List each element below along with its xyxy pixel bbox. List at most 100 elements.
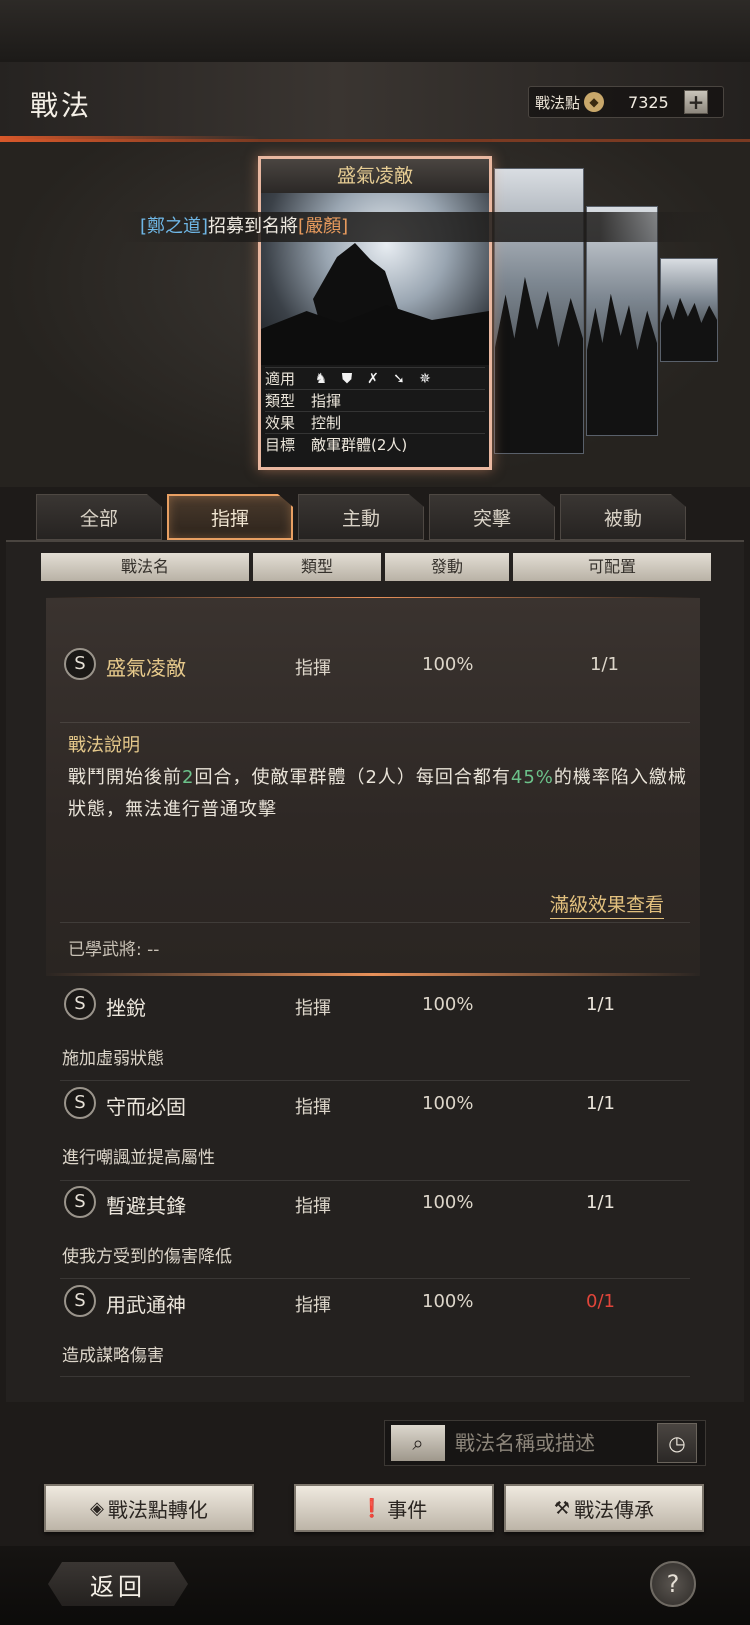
tactic-type: 指揮	[295, 1295, 331, 1316]
column-headers: 戰法名 類型 發動 可配置	[41, 553, 711, 581]
announcement-text: 招募到名將	[208, 216, 299, 237]
shield-icon: ⛊	[341, 370, 353, 387]
card-value: 敵軍群體(2人)	[311, 436, 408, 454]
background-card[interactable]	[494, 168, 584, 454]
tactic-name: 盛氣凌敵	[106, 656, 186, 680]
tactic-rate: 100%	[422, 1093, 474, 1114]
card-key: 適用	[265, 370, 296, 388]
add-points-button[interactable]: +	[684, 90, 709, 114]
tab-passive[interactable]: 被動	[560, 494, 686, 540]
card-key: 目標	[265, 436, 296, 454]
tactic-row[interactable]: S 用武通神 指揮 100% 0/1 造成謀略傷害	[56, 1285, 696, 1381]
card-value: 指揮	[311, 392, 342, 410]
points-value: 7325	[628, 92, 669, 112]
points-convert-icon: ◈	[90, 1497, 104, 1519]
tab-all[interactable]: 全部	[36, 494, 162, 540]
tactic-rate: 100%	[422, 654, 474, 675]
tactic-tabs: 全部 指揮 主動 突擊 被動	[36, 494, 726, 540]
rank-badge: S	[64, 648, 96, 680]
tactic-name: 暫避其鋒	[106, 1194, 186, 1218]
tactic-point-icon: ◆	[584, 92, 605, 112]
description-title: 戰法說明	[68, 735, 140, 756]
tactic-slot: 1/1	[586, 1192, 615, 1213]
event-button[interactable]: ❗ 事件	[294, 1484, 494, 1532]
bottom-actions: ◈ 戰法點轉化 ❗ 事件 ⚒ 戰法傳承	[44, 1484, 704, 1532]
convert-points-button[interactable]: ◈ 戰法點轉化	[44, 1484, 254, 1532]
expanded-glow-bottom	[46, 973, 700, 976]
tactic-slot: 1/1	[586, 994, 615, 1015]
column-type[interactable]: 類型	[253, 553, 381, 581]
page-title: 戰法	[30, 89, 93, 122]
background-card[interactable]	[660, 258, 718, 362]
max-level-effect-link[interactable]: 滿級效果查看	[550, 890, 665, 919]
announcement-player: [鄭之道]	[140, 216, 209, 237]
convert-label: 戰法點轉化	[107, 1497, 208, 1522]
tactic-rate: 100%	[422, 1192, 474, 1213]
event-label: 事件	[387, 1497, 428, 1522]
rank-badge: S	[64, 1087, 96, 1119]
column-trigger[interactable]: 發動	[385, 553, 509, 581]
desc-highlight: 45%	[510, 767, 554, 788]
help-button[interactable]: ?	[650, 1561, 696, 1607]
tab-active[interactable]: 主動	[298, 494, 424, 540]
rank-badge: S	[64, 1186, 96, 1218]
tactic-row[interactable]: S 挫銳 指揮 100% 1/1 施加虛弱狀態	[56, 988, 696, 1084]
back-button[interactable]: 返回	[48, 1562, 188, 1606]
card-title: 盛氣凌敵	[261, 159, 489, 193]
learned-generals: 已學武將: --	[68, 940, 160, 960]
tactic-type: 指揮	[295, 998, 331, 1019]
desc-part: 回合，使敵軍群體（2人）每回合都有	[194, 767, 511, 788]
tactic-type: 指揮	[295, 1196, 331, 1217]
divider	[60, 1080, 690, 1081]
search-input[interactable]	[455, 1431, 655, 1455]
desc-part: 戰鬥開始後前	[68, 767, 182, 788]
description-text: 戰鬥開始後前2回合，使敵軍群體（2人）每回合都有45%的機率陷入繳械狀態，無法進…	[68, 762, 698, 826]
top-background	[0, 0, 750, 62]
alert-icon: ❗	[360, 1497, 384, 1519]
card-key: 類型	[265, 392, 296, 410]
divider	[60, 722, 690, 723]
recruit-announcement: [鄭之道]招募到名將[嚴顏]	[120, 212, 720, 242]
divider	[60, 922, 690, 923]
tactic-rate: 100%	[422, 994, 474, 1015]
tactic-row[interactable]: S 暫避其鋒 指揮 100% 1/1 使我方受到的傷害降低	[56, 1186, 696, 1282]
chariot-icon: ✵	[419, 370, 431, 387]
bow-icon: ✗	[367, 370, 379, 387]
card-row-target: 目標 敵軍群體(2人)	[265, 433, 485, 455]
column-slots[interactable]: 可配置	[513, 553, 711, 581]
card-value: 控制	[311, 414, 342, 432]
tactic-points-box: 戰法點 ◆ 7325 +	[528, 86, 724, 118]
tactic-name: 挫銳	[106, 996, 146, 1020]
tactic-type: 指揮	[295, 658, 331, 679]
hammer-icon: ⚒	[553, 1497, 571, 1519]
column-name[interactable]: 戰法名	[41, 553, 249, 581]
history-button[interactable]: ◷	[657, 1423, 697, 1463]
tactic-summary: 造成謀略傷害	[62, 1346, 164, 1366]
spear-icon: ➘	[393, 370, 405, 387]
tactic-type: 指揮	[295, 1097, 331, 1118]
tab-assault[interactable]: 突擊	[429, 494, 555, 540]
inherit-label: 戰法傳承	[574, 1497, 655, 1522]
card-info: 適用 ♞ ⛊ ✗ ➘ ✵ 類型 指揮 效果 控制 目標 敵軍群體(2人)	[265, 367, 485, 455]
selected-tactic-card[interactable]: 盛氣凌敵 適用 ♞ ⛊ ✗ ➘ ✵ 類型 指揮 效果 控制 目標 敵軍群體(2人…	[258, 156, 492, 470]
inherit-button[interactable]: ⚒ 戰法傳承	[504, 1484, 704, 1532]
unit-icons: ♞ ⛊ ✗ ➘ ✵	[311, 370, 435, 388]
divider	[60, 1278, 690, 1279]
tactic-rate: 100%	[422, 1291, 474, 1312]
desc-highlight: 2	[182, 767, 195, 788]
search-button[interactable]: ⌕	[391, 1425, 445, 1461]
tactic-summary: 施加虛弱狀態	[62, 1049, 164, 1069]
points-label: 戰法點	[535, 93, 581, 112]
divider	[60, 1180, 690, 1181]
tactic-row[interactable]: S 守而必固 指揮 100% 1/1 進行嘲諷並提高屬性	[56, 1087, 696, 1183]
card-key: 效果	[265, 414, 296, 432]
tab-command[interactable]: 指揮	[167, 494, 293, 540]
announcement-general: [嚴顏]	[298, 216, 349, 237]
clock-icon: ◷	[668, 1431, 686, 1455]
tactic-name: 守而必固	[106, 1095, 186, 1119]
tactic-summary: 進行嘲諷並提高屬性	[62, 1148, 215, 1168]
search-bar: ⌕ ◷	[384, 1420, 706, 1466]
rank-badge: S	[64, 1285, 96, 1317]
rank-badge: S	[64, 988, 96, 1020]
divider	[60, 1376, 690, 1377]
